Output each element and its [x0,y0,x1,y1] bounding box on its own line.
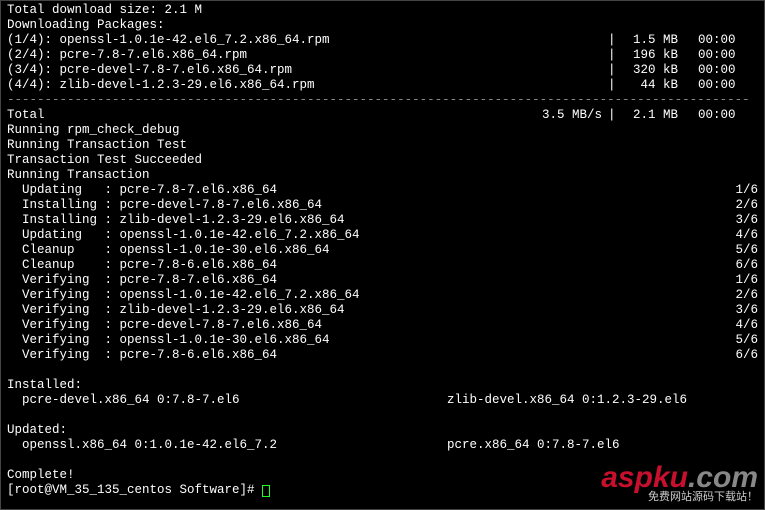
transaction-row: Verifying : zlib-devel-1.2.3-29.el6.x86_… [7,303,758,318]
transaction-row: Verifying : openssl-1.0.1e-30.el6.x86_64… [7,333,758,348]
transaction-row: Verifying : openssl-1.0.1e-42.el6_7.2.x8… [7,288,758,303]
transaction-count: 2/6 [718,288,758,303]
installed-item-1: pcre-devel.x86_64 0:7.8-7.el6 [7,393,447,408]
updated-item-2: pcre.x86_64 0:7.8-7.el6 [447,438,758,453]
updated-heading: Updated: [7,423,758,438]
download-row: (3/4): pcre-devel-7.8-7.el6.x86_64.rpm|3… [7,63,758,78]
prompt-text: [root@VM_35_135_centos Software]# [7,483,262,497]
transaction-text: Verifying : pcre-7.8-6.el6.x86_64 [7,348,718,363]
total-label: Total [7,108,518,123]
watermark: aspku.com 免费网站源码下载站！ [601,464,758,505]
transaction-row: Installing : pcre-devel-7.8-7.el6.x86_64… [7,198,758,213]
transaction-count: 3/6 [718,303,758,318]
transaction-text: Verifying : zlib-devel-1.2.3-29.el6.x86_… [7,303,718,318]
download-size: 1.5 MB [628,33,698,48]
total-rate: 3.5 MB/s [518,108,608,123]
transaction-row: Cleanup : pcre-7.8-6.el6.x86_646/6 [7,258,758,273]
download-time: 00:00 [698,33,758,48]
download-name: (3/4): pcre-devel-7.8-7.el6.x86_64.rpm [7,63,608,78]
transaction-count: 1/6 [718,183,758,198]
transaction-count: 4/6 [718,228,758,243]
download-bar: | [608,33,628,48]
separator: ----------------------------------------… [7,93,758,108]
blank [7,408,758,423]
cursor-icon [262,485,270,497]
transaction-count: 3/6 [718,213,758,228]
installed-item-2: zlib-devel.x86_64 0:1.2.3-29.el6 [447,393,758,408]
transaction-text: Verifying : pcre-7.8-7.el6.x86_64 [7,273,718,288]
download-time: 00:00 [698,48,758,63]
download-size: 44 kB [628,78,698,93]
progress-message: Running Transaction [7,168,758,183]
transaction-text: Cleanup : openssl-1.0.1e-30.el6.x86_64 [7,243,718,258]
transaction-text: Updating : openssl-1.0.1e-42.el6_7.2.x86… [7,228,718,243]
download-name: (2/4): pcre-7.8-7.el6.x86_64.rpm [7,48,608,63]
transaction-count: 1/6 [718,273,758,288]
transaction-row: Verifying : pcre-devel-7.8-7.el6.x86_644… [7,318,758,333]
total-bar: | [608,108,628,123]
transaction-row: Updating : pcre-7.8-7.el6.x86_641/6 [7,183,758,198]
transaction-row: Cleanup : openssl-1.0.1e-30.el6.x86_645/… [7,243,758,258]
transaction-text: Verifying : openssl-1.0.1e-42.el6_7.2.x8… [7,288,718,303]
transaction-count: 6/6 [718,348,758,363]
total-time: 00:00 [698,108,758,123]
transaction-text: Installing : pcre-devel-7.8-7.el6.x86_64 [7,198,718,213]
transaction-row: Verifying : pcre-7.8-7.el6.x86_641/6 [7,273,758,288]
download-bar: | [608,78,628,93]
download-row: (4/4): zlib-devel-1.2.3-29.el6.x86_64.rp… [7,78,758,93]
total-size: 2.1 MB [628,108,698,123]
download-size: 196 kB [628,48,698,63]
transaction-count: 6/6 [718,258,758,273]
download-time: 00:00 [698,78,758,93]
download-time: 00:00 [698,63,758,78]
transaction-count: 5/6 [718,333,758,348]
installed-heading: Installed: [7,378,758,393]
transaction-row: Updating : openssl-1.0.1e-42.el6_7.2.x86… [7,228,758,243]
transaction-count: 4/6 [718,318,758,333]
progress-message: Transaction Test Succeeded [7,153,758,168]
transaction-text: Cleanup : pcre-7.8-6.el6.x86_64 [7,258,718,273]
download-row: (2/4): pcre-7.8-7.el6.x86_64.rpm|196 kB0… [7,48,758,63]
progress-message: Running rpm_check_debug [7,123,758,138]
download-bar: | [608,48,628,63]
download-size: 320 kB [628,63,698,78]
transaction-text: Installing : zlib-devel-1.2.3-29.el6.x86… [7,213,718,228]
download-row: (1/4): openssl-1.0.1e-42.el6_7.2.x86_64.… [7,33,758,48]
transaction-text: Updating : pcre-7.8-7.el6.x86_64 [7,183,718,198]
blank [7,363,758,378]
transaction-count: 5/6 [718,243,758,258]
download-name: (1/4): openssl-1.0.1e-42.el6_7.2.x86_64.… [7,33,608,48]
total-download-size: Total download size: 2.1 M [7,3,758,18]
transaction-count: 2/6 [718,198,758,213]
updated-item-1: openssl.x86_64 0:1.0.1e-42.el6_7.2 [7,438,447,453]
transaction-text: Verifying : pcre-devel-7.8-7.el6.x86_64 [7,318,718,333]
updated-list: openssl.x86_64 0:1.0.1e-42.el6_7.2 pcre.… [7,438,758,453]
installed-list: pcre-devel.x86_64 0:7.8-7.el6 zlib-devel… [7,393,758,408]
progress-message: Running Transaction Test [7,138,758,153]
download-bar: | [608,63,628,78]
transaction-row: Verifying : pcre-7.8-6.el6.x86_646/6 [7,348,758,363]
transaction-row: Installing : zlib-devel-1.2.3-29.el6.x86… [7,213,758,228]
downloading-label: Downloading Packages: [7,18,758,33]
transaction-text: Verifying : openssl-1.0.1e-30.el6.x86_64 [7,333,718,348]
total-row: Total 3.5 MB/s | 2.1 MB 00:00 [7,108,758,123]
download-name: (4/4): zlib-devel-1.2.3-29.el6.x86_64.rp… [7,78,608,93]
